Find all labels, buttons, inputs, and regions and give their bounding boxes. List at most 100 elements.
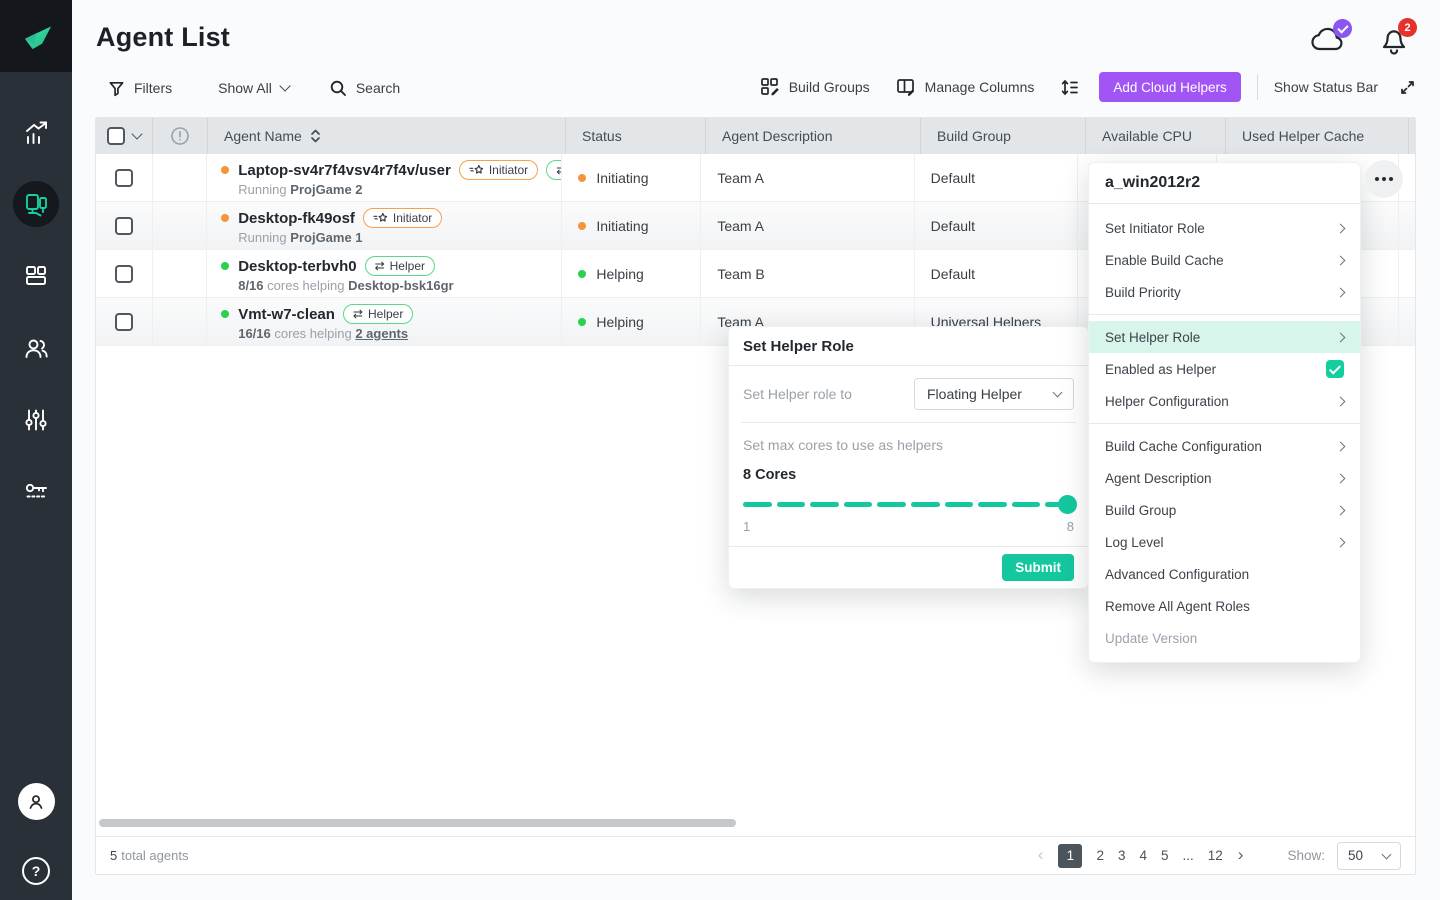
helper-badge: ⇄ Helper [343, 304, 413, 324]
active-nav-highlight [13, 181, 59, 227]
select-menu-chevron-icon[interactable] [131, 128, 142, 139]
horizontal-scrollbar[interactable] [99, 819, 736, 827]
show-status-bar-button[interactable]: Show Status Bar [1274, 79, 1416, 96]
agent-name: Vmt-w7-clean [238, 306, 335, 323]
menu-item-enabled-as-helper[interactable]: Enabled as Helper [1089, 353, 1360, 385]
help-button[interactable]: ? [19, 854, 53, 888]
page-button[interactable]: 2 [1096, 848, 1104, 863]
search-button[interactable]: Search [329, 79, 400, 97]
manage-columns-icon [896, 77, 916, 97]
row-checkbox[interactable] [115, 265, 133, 283]
menu-item-helper-configuration[interactable]: Helper Configuration [1089, 385, 1360, 417]
sidebar-item-settings[interactable] [0, 384, 72, 456]
description-cell: Team A [717, 170, 764, 186]
chevron-right-icon [1336, 537, 1346, 547]
build-groups-icon [760, 77, 780, 97]
show-status-bar-label: Show Status Bar [1274, 79, 1378, 95]
submit-button[interactable]: Submit [1002, 554, 1074, 581]
agent-state-dot [221, 166, 229, 174]
cores-slider[interactable] [743, 495, 1074, 514]
builds-icon [23, 263, 49, 289]
row-height-button[interactable] [1060, 78, 1079, 97]
cloud-status-button[interactable] [1310, 24, 1346, 54]
menu-item-advanced-configuration[interactable]: Advanced Configuration [1089, 558, 1360, 590]
manage-columns-button[interactable]: Manage Columns [896, 77, 1035, 97]
swap-icon: ⇄ [375, 259, 385, 273]
column-header-available-cpu[interactable]: Available CPU [1086, 118, 1226, 154]
enabled-helper-checkbox[interactable] [1326, 360, 1344, 378]
build-groups-label: Build Groups [789, 79, 870, 95]
filters-button[interactable]: Filters [108, 80, 172, 97]
chevron-right-icon [1336, 396, 1346, 406]
column-header-agent-name[interactable]: Agent Name [208, 118, 566, 154]
menu-item-build-group[interactable]: Build Group [1089, 494, 1360, 526]
sidebar-item-agents[interactable] [0, 168, 72, 240]
slider-track[interactable] [743, 502, 1074, 507]
menu-item-enable-build-cache[interactable]: Enable Build Cache [1089, 244, 1360, 276]
page-button-active[interactable]: 1 [1058, 844, 1082, 868]
row-checkbox[interactable] [115, 217, 133, 235]
sidebar-item-analytics[interactable] [0, 96, 72, 168]
row-height-icon [1060, 78, 1079, 97]
table-header-row: Agent Name Status Agent Description Buil… [96, 118, 1415, 154]
row-checkbox[interactable] [115, 169, 133, 187]
chevron-down-icon [279, 80, 290, 91]
agent-name: Desktop-terbvh0 [238, 258, 356, 275]
status-dot [578, 174, 586, 182]
agent-state-dot [221, 310, 229, 318]
sidebar: ? [0, 0, 72, 900]
page-ellipsis: ... [1183, 848, 1194, 863]
menu-item-agent-description[interactable]: Agent Description [1089, 462, 1360, 494]
sort-icon[interactable] [310, 129, 321, 143]
sidebar-item-users[interactable] [0, 312, 72, 384]
user-avatar[interactable] [18, 783, 55, 820]
manage-columns-label: Manage Columns [925, 79, 1035, 95]
notifications-button[interactable]: 2 [1379, 24, 1409, 56]
menu-divider [1089, 314, 1360, 315]
sidebar-item-builds[interactable] [0, 240, 72, 312]
menu-item-log-level[interactable]: Log Level [1089, 526, 1360, 558]
next-page-button[interactable]: › [1238, 845, 1244, 865]
chevron-right-icon [1336, 441, 1346, 451]
column-header-status[interactable]: Status [566, 118, 706, 154]
table-footer: 5total agents ‹ 1 2 3 4 5 ... 12 › Show:… [96, 836, 1415, 874]
menu-item-set-helper-role[interactable]: Set Helper Role [1089, 321, 1360, 353]
menu-item-build-priority[interactable]: Build Priority [1089, 276, 1360, 308]
ellipsis-icon [1375, 177, 1379, 181]
menu-item-set-initiator-role[interactable]: Set Initiator Role [1089, 212, 1360, 244]
menu-item-build-cache-configuration[interactable]: Build Cache Configuration [1089, 430, 1360, 462]
page-button[interactable]: 12 [1208, 848, 1223, 863]
page-button[interactable]: 3 [1118, 848, 1126, 863]
slider-thumb[interactable] [1058, 495, 1077, 514]
cores-value: 8 Cores [743, 467, 1074, 483]
show-all-dropdown[interactable]: Show All [218, 80, 289, 96]
build-groups-button[interactable]: Build Groups [760, 77, 870, 97]
row-actions-button[interactable] [1365, 160, 1403, 198]
page-button[interactable]: 5 [1161, 848, 1169, 863]
analytics-icon [23, 119, 50, 146]
column-header-description[interactable]: Agent Description [706, 118, 921, 154]
initiator-star-icon [469, 164, 484, 176]
search-label: Search [356, 80, 400, 96]
build-group-cell: Default [931, 170, 975, 186]
page-size-select[interactable]: 50 [1337, 842, 1401, 870]
prev-page-button[interactable]: ‹ [1038, 845, 1044, 865]
agent-name: Desktop-fk49osf [238, 210, 355, 227]
helper-badge-clipped: ⇄ Helper [546, 160, 562, 180]
agent-name-header-label: Agent Name [224, 128, 302, 144]
column-header-build-group[interactable]: Build Group [921, 118, 1086, 154]
column-header-helper-cache[interactable]: Used Helper Cache [1226, 118, 1409, 154]
helper-role-select[interactable]: Floating Helper [914, 378, 1074, 410]
helped-agents-link[interactable]: 2 agents [355, 326, 408, 341]
initiator-badge: Initiator [363, 208, 442, 228]
select-all-checkbox[interactable] [107, 127, 125, 145]
filters-label: Filters [134, 80, 172, 96]
sidebar-item-license[interactable] [0, 456, 72, 528]
page-button[interactable]: 4 [1139, 848, 1147, 863]
menu-item-remove-all-agent-roles[interactable]: Remove All Agent Roles [1089, 590, 1360, 622]
dialog-title: Set Helper Role [729, 327, 1088, 366]
app-logo[interactable] [0, 0, 72, 72]
agent-context-menu: a_win2012r2 Set Initiator Role Enable Bu… [1088, 162, 1361, 663]
row-checkbox[interactable] [115, 313, 133, 331]
add-cloud-helpers-button[interactable]: Add Cloud Helpers [1099, 72, 1240, 102]
